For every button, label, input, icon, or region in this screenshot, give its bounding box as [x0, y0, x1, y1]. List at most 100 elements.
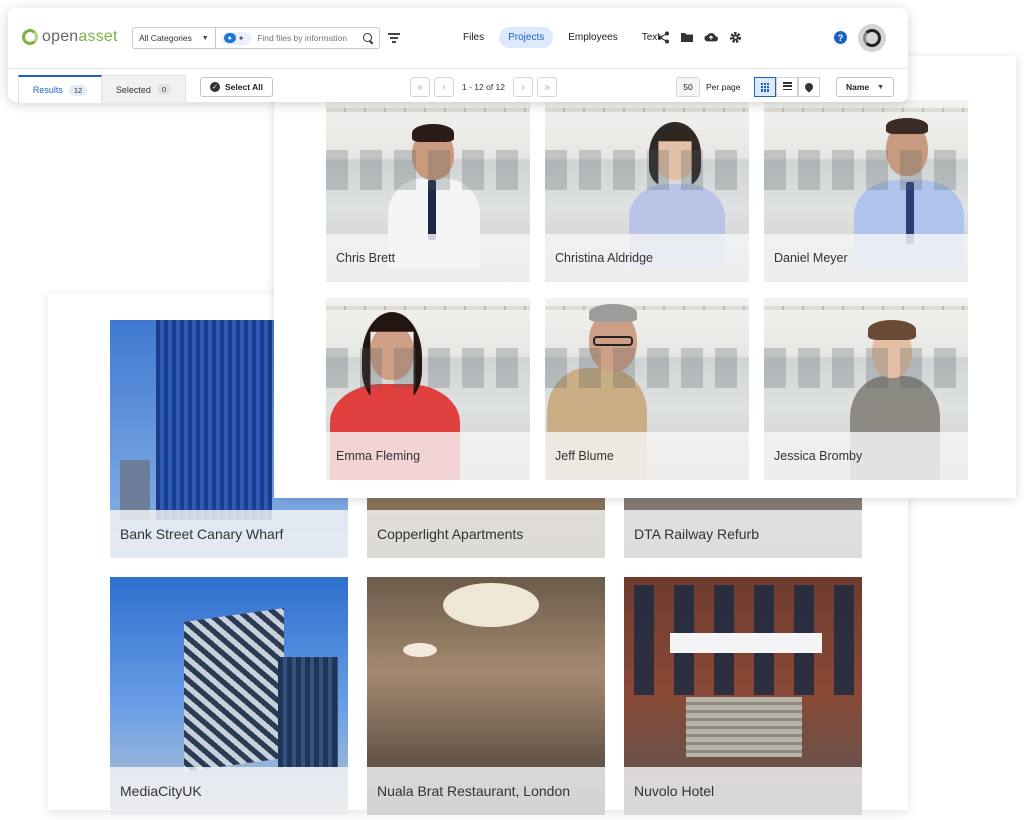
page-range: 1 - 12 of 12: [462, 82, 506, 92]
project-card-nuala-brat[interactable]: Nuala Brat Restaurant, London: [367, 577, 605, 815]
employee-photo-face: [370, 324, 414, 380]
logo-icon: [22, 29, 38, 45]
employee-card-label: Emma Fleming: [326, 432, 530, 480]
project-thumbnail-detail: [686, 697, 802, 757]
sparkle-icon: ✦: [237, 33, 245, 43]
project-card-label: Nuala Brat Restaurant, London: [367, 767, 605, 815]
search-bar: All Categories ▼ ● ✦: [132, 27, 380, 49]
gear-icon-glyph: [729, 31, 741, 43]
employee-card-label: Christina Aldridge: [545, 234, 749, 282]
employee-card-christina-aldridge[interactable]: Christina Aldridge: [545, 100, 749, 282]
search-mode-icon: ●: [223, 33, 236, 43]
employee-photo-tie: [428, 180, 436, 240]
first-page-button[interactable]: «: [410, 77, 430, 97]
select-all-label: Select All: [225, 82, 263, 92]
project-thumbnail: [156, 320, 272, 520]
employees-panel: Chris Brett Christina Aldridge Daniel Me…: [274, 56, 1016, 498]
share-icon[interactable]: [656, 30, 670, 44]
filter-icon-line: [392, 40, 396, 43]
tab-projects[interactable]: Projects: [499, 27, 554, 48]
filter-icon-line: [388, 33, 400, 35]
employee-card-daniel-meyer[interactable]: Daniel Meyer: [764, 100, 968, 282]
sort-select[interactable]: Name ▼: [836, 77, 894, 97]
tab-employees[interactable]: Employees: [559, 27, 626, 48]
project-thumbnail-detail: [278, 657, 338, 767]
project-thumbnail: [443, 583, 539, 627]
select-all-button[interactable]: ✓ Select All: [200, 77, 273, 97]
project-card-label: DTA Railway Refurb: [624, 510, 862, 558]
folder-icon-glyph: [681, 33, 693, 42]
ai-search-toggle[interactable]: ● ✦: [221, 31, 252, 45]
search-input[interactable]: [257, 33, 364, 43]
project-thumbnail-detail: [403, 643, 437, 657]
employee-card-label: Jessica Bromby: [764, 432, 968, 480]
tab-results-label: Results: [32, 85, 63, 95]
caret-down-icon: ▼: [201, 34, 209, 42]
project-card-label: Copperlight Apartments: [367, 510, 605, 558]
tab-selected[interactable]: Selected 0: [102, 75, 186, 103]
project-card-nuvolo-hotel[interactable]: Nuvolo Hotel: [624, 577, 862, 815]
prev-page-button[interactable]: ‹: [434, 77, 454, 97]
employee-photo-hair: [649, 122, 701, 186]
folder-icon[interactable]: [680, 30, 694, 44]
logo-text-asset: asset: [78, 28, 118, 45]
results-count-badge: 12: [68, 84, 88, 96]
view-switcher: [754, 77, 820, 97]
last-page-button[interactable]: »: [537, 77, 558, 97]
toolbar-actions: [656, 30, 742, 44]
per-page-label: Per page: [706, 82, 741, 92]
help-icon[interactable]: ?: [834, 31, 847, 44]
glasses-icon: [593, 336, 633, 346]
results-toolbar: Results 12 Selected 0 ✓ Select All « ‹ 1…: [8, 68, 908, 103]
employee-card-label: Jeff Blume: [545, 432, 749, 480]
gear-icon[interactable]: [728, 30, 742, 44]
search-icon[interactable]: [363, 32, 374, 44]
tab-results[interactable]: Results 12: [18, 75, 102, 103]
filter-icon-line: [390, 36, 398, 39]
project-card-label: MediaCityUK: [110, 767, 348, 815]
employee-card-emma-fleming[interactable]: Emma Fleming: [326, 298, 530, 480]
avatar[interactable]: [858, 24, 886, 52]
grid-icon: [760, 82, 770, 92]
cloud-upload-icon[interactable]: [704, 30, 718, 44]
employee-photo-hair: [868, 320, 916, 340]
grid-view-button[interactable]: [754, 77, 776, 97]
selected-count-badge: 0: [156, 84, 172, 95]
project-thumbnail: [184, 607, 284, 773]
logo-text-open: open: [42, 28, 79, 45]
employee-card-jessica-bromby[interactable]: Jessica Bromby: [764, 298, 968, 480]
employee-card-label: Daniel Meyer: [764, 234, 968, 282]
employee-photo-hair: [589, 304, 637, 322]
list-icon: [782, 81, 792, 92]
tab-files[interactable]: Files: [454, 27, 493, 48]
map-pin-icon: [803, 81, 815, 93]
project-card-label: Bank Street Canary Wharf: [110, 510, 348, 558]
project-card-mediacityuk[interactable]: MediaCityUK: [110, 577, 348, 815]
logo-text: openasset: [42, 28, 118, 46]
caret-down-icon: ▼: [877, 83, 885, 91]
employee-photo-hair: [412, 124, 454, 142]
tab-selected-label: Selected: [115, 84, 151, 95]
per-page-control: 50 Per page: [676, 77, 741, 97]
sort-select-value: Name: [845, 82, 870, 92]
employee-card-chris-brett[interactable]: Chris Brett: [326, 100, 530, 282]
employee-card-jeff-blume[interactable]: Jeff Blume: [545, 298, 749, 480]
share-icon-glyph: [657, 31, 669, 43]
employee-card-label: Chris Brett: [326, 234, 530, 282]
category-select[interactable]: All Categories ▼: [133, 28, 216, 48]
cloud-upload-icon-glyph: [704, 33, 718, 42]
main-nav: Files Projects Employees Text: [454, 27, 669, 48]
project-card-label: Nuvolo Hotel: [624, 767, 862, 815]
project-thumbnail-detail: [670, 633, 822, 653]
next-page-button[interactable]: ›: [513, 77, 534, 97]
per-page-input[interactable]: 50: [676, 77, 700, 97]
check-circle-icon: ✓: [210, 82, 220, 92]
employee-photo-hair: [886, 118, 928, 134]
category-select-value: All Categories: [139, 33, 192, 43]
pagination: « ‹ 1 - 12 of 12 › »: [410, 77, 558, 97]
map-view-button[interactable]: [798, 77, 820, 97]
openasset-logo[interactable]: openasset: [22, 28, 118, 46]
list-view-button[interactable]: [776, 77, 798, 97]
app-toolbar: openasset All Categories ▼ ● ✦ Files Pro…: [8, 8, 908, 103]
filter-icon[interactable]: [388, 33, 400, 43]
